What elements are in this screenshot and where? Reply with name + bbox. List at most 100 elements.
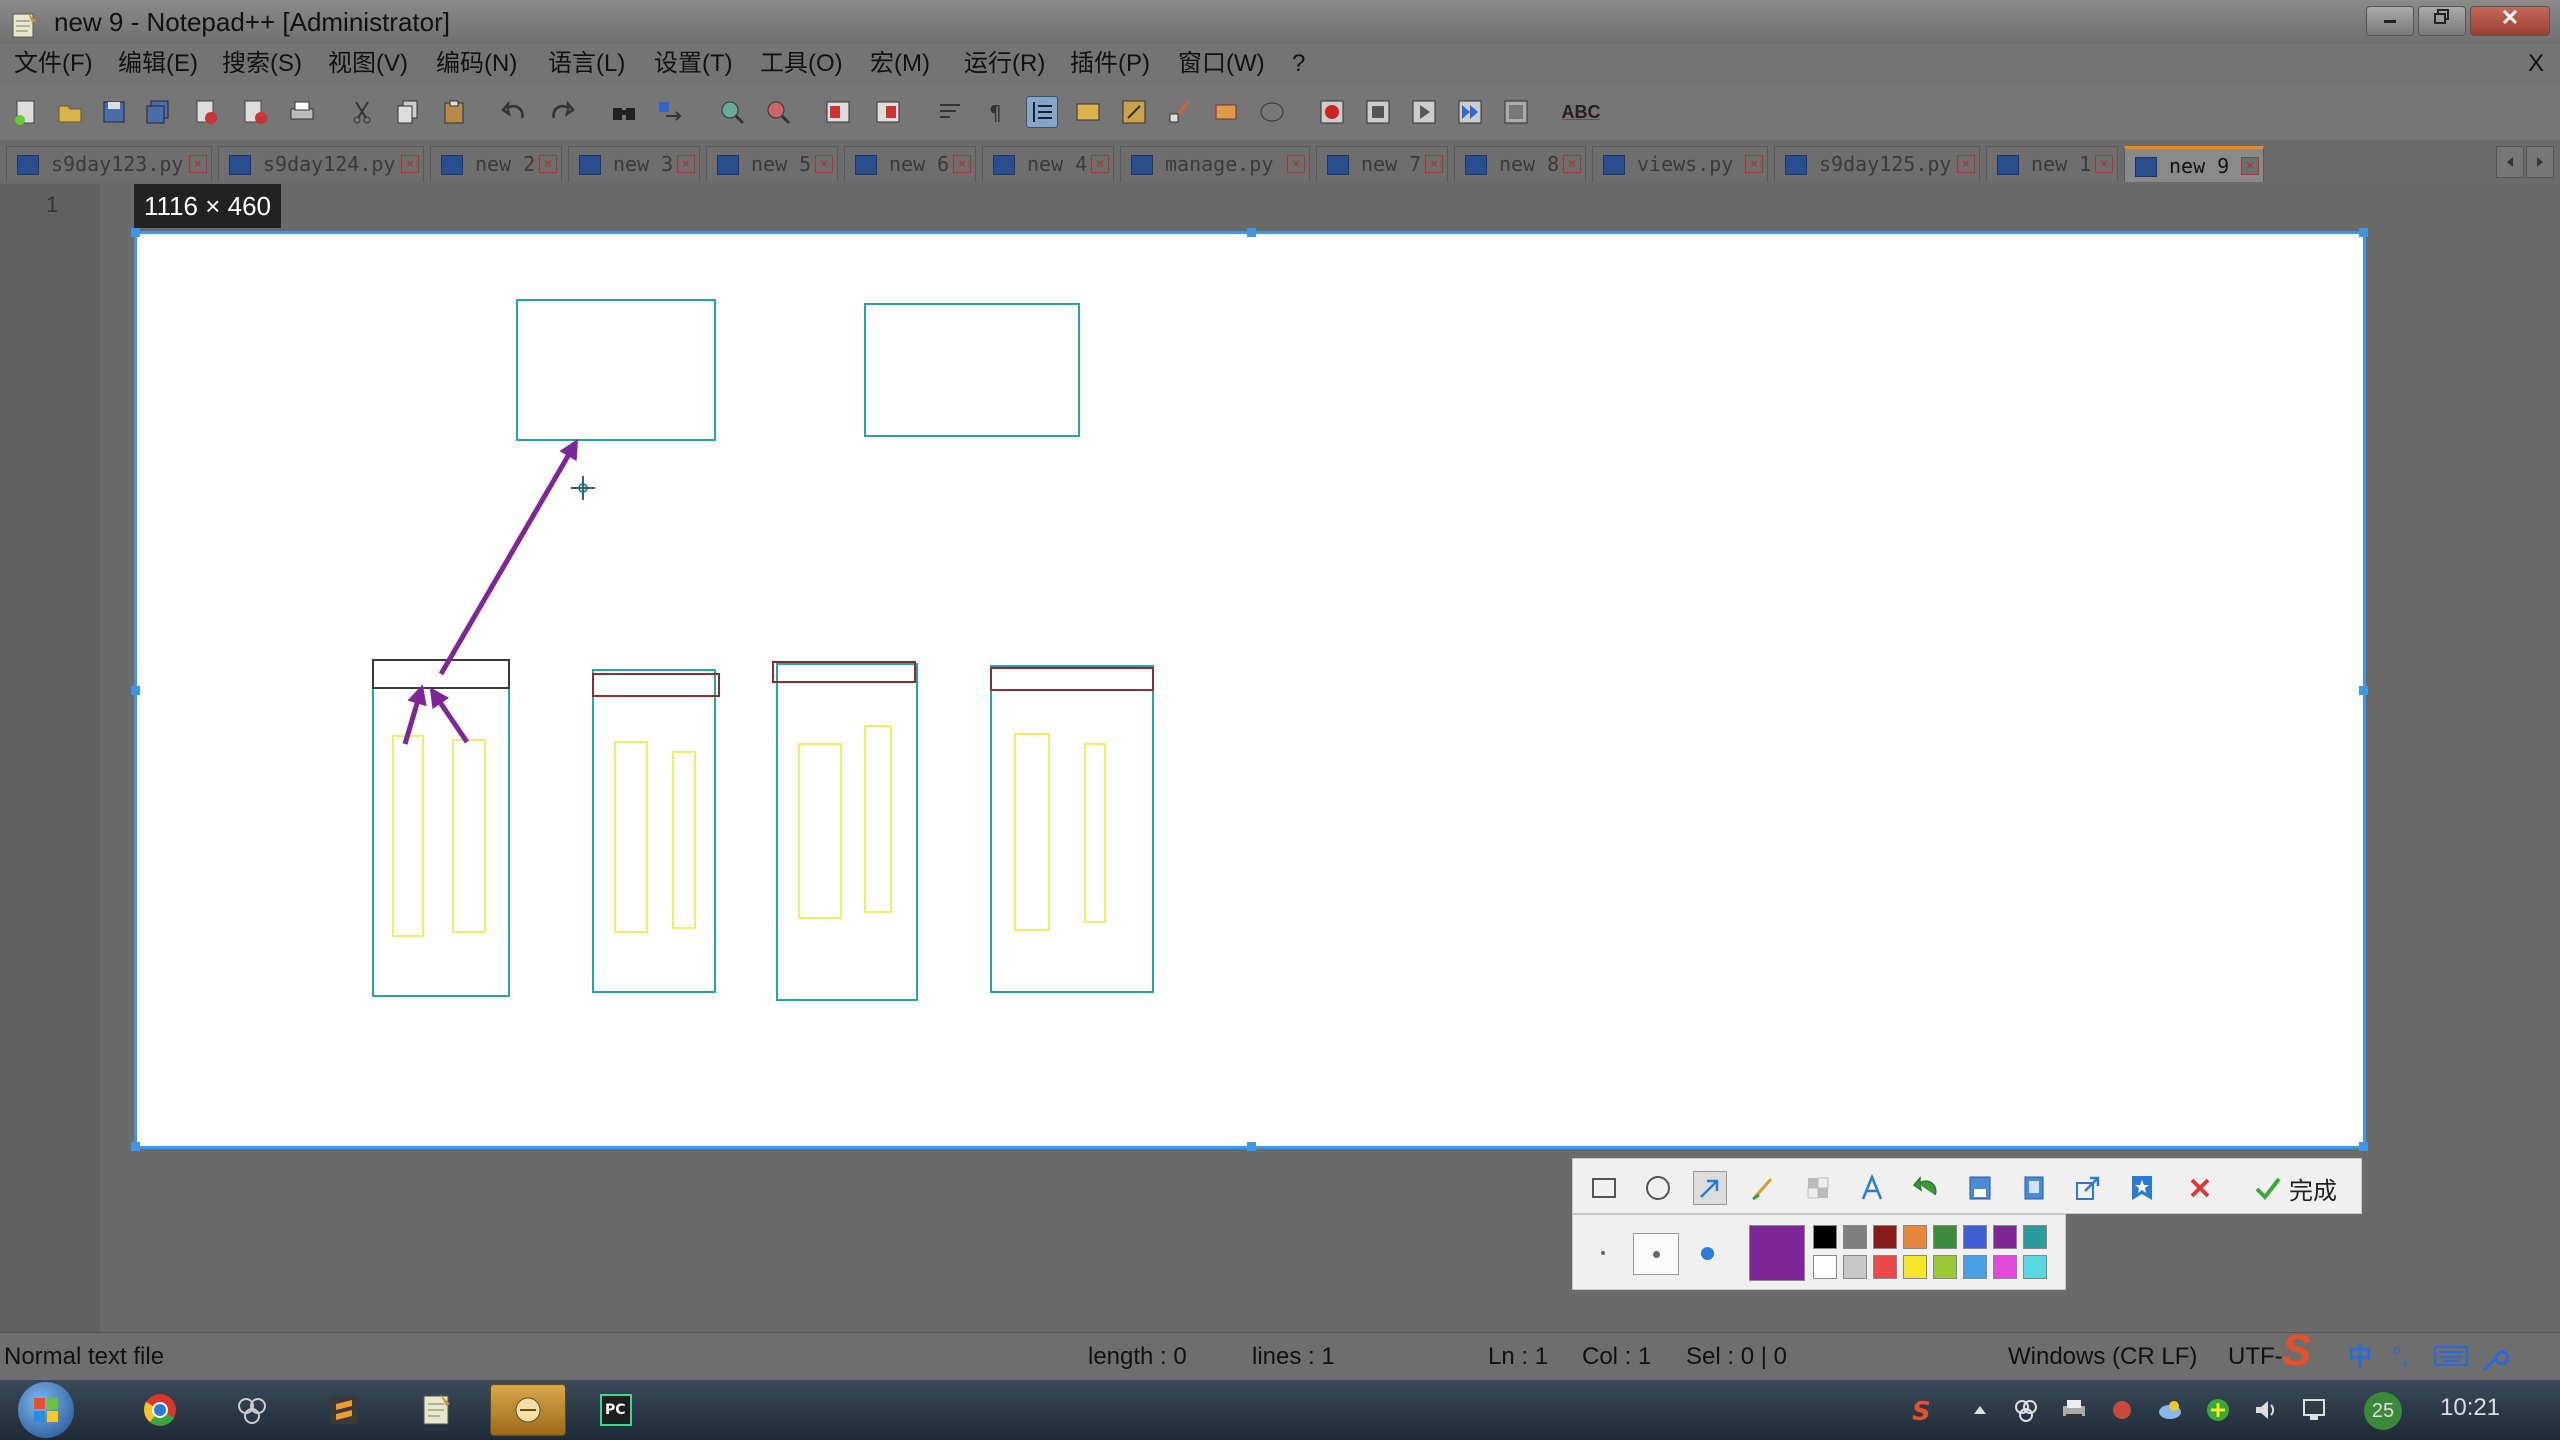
- menu-file[interactable]: 文件(F): [14, 44, 93, 84]
- pen-size-medium[interactable]: [1633, 1233, 1679, 1275]
- tab-new-5[interactable]: new 5 ×: [706, 146, 838, 182]
- ime-language-label[interactable]: 中: [2348, 1333, 2372, 1381]
- pin-icon[interactable]: [2017, 1171, 2051, 1205]
- close-icon[interactable]: [190, 96, 222, 128]
- word-wrap-icon[interactable]: [934, 96, 966, 128]
- annotation-canvas[interactable]: [137, 234, 2363, 1146]
- sogou-ime-logo-icon[interactable]: S: [2282, 1327, 2311, 1375]
- copy-icon[interactable]: [392, 96, 424, 128]
- tab-s9day125[interactable]: s9day125.py ×: [1774, 146, 1980, 182]
- ime-keyboard-icon[interactable]: [2434, 1343, 2468, 1369]
- arrow-icon[interactable]: [1693, 1171, 1727, 1205]
- tab-new-2[interactable]: new 2 ×: [430, 146, 562, 182]
- resize-handle-se[interactable]: [2359, 1142, 2368, 1151]
- color-swatch-orange[interactable]: [1903, 1225, 1927, 1249]
- color-swatch-yellow[interactable]: [1903, 1255, 1927, 1279]
- bug-icon[interactable]: [2106, 1394, 2138, 1426]
- pycharm-icon[interactable]: PC: [578, 1384, 654, 1436]
- chrome-icon[interactable]: [122, 1384, 198, 1436]
- play-macro-icon[interactable]: [1408, 96, 1440, 128]
- menu-help[interactable]: ?: [1292, 44, 1305, 84]
- menu-macro[interactable]: 宏(M): [870, 44, 930, 84]
- resize-handle-e[interactable]: [2359, 686, 2368, 695]
- tab-close-icon[interactable]: ×: [677, 155, 695, 173]
- pen-size-small[interactable]: [1583, 1233, 1623, 1273]
- save-icon[interactable]: [98, 96, 130, 128]
- cloud-icon[interactable]: [2154, 1394, 2186, 1426]
- tab-new-3[interactable]: new 3 ×: [568, 146, 700, 182]
- color-swatch-green[interactable]: [1933, 1225, 1957, 1249]
- tab-new-8[interactable]: new 8 ×: [1454, 146, 1586, 182]
- print-icon[interactable]: [286, 96, 318, 128]
- color-swatch-purple[interactable]: [1993, 1225, 2017, 1249]
- tab-close-icon[interactable]: ×: [1957, 155, 1975, 173]
- color-swatch-teal[interactable]: [2023, 1225, 2047, 1249]
- sync-h-icon[interactable]: [872, 96, 904, 128]
- notepad-icon[interactable]: [398, 1384, 474, 1436]
- folder-workspace-icon[interactable]: [1164, 96, 1196, 128]
- printer-icon[interactable]: [2058, 1394, 2090, 1426]
- color-swatch-red[interactable]: [1873, 1255, 1897, 1279]
- notification-badge[interactable]: 25: [2364, 1392, 2402, 1430]
- pen-size-large[interactable]: [1687, 1233, 1727, 1273]
- restore-button[interactable]: [2418, 6, 2466, 36]
- status-eol[interactable]: Windows (CR LF): [2008, 1333, 2197, 1381]
- cut-icon[interactable]: [346, 96, 378, 128]
- tab-close-icon[interactable]: ×: [539, 155, 557, 173]
- sogou-icon[interactable]: S: [1906, 1394, 1938, 1426]
- favorite-icon[interactable]: [2125, 1171, 2159, 1205]
- tab-close-icon[interactable]: ×: [1287, 155, 1305, 173]
- rectangle-icon[interactable]: [1587, 1171, 1621, 1205]
- ime-punct-label[interactable]: °,: [2392, 1333, 2408, 1381]
- sublime-icon[interactable]: [306, 1384, 382, 1436]
- tray-arrow-icon[interactable]: [1964, 1394, 1996, 1426]
- tab-manage[interactable]: manage.py ×: [1120, 146, 1310, 182]
- app-icon[interactable]: [214, 1384, 290, 1436]
- menu-language[interactable]: 语言(L): [548, 44, 625, 84]
- record-macro-icon[interactable]: [1316, 96, 1348, 128]
- close-all-icon[interactable]: [240, 96, 272, 128]
- save-icon[interactable]: [1963, 1171, 1997, 1205]
- resize-handle-s[interactable]: [1247, 1142, 1256, 1151]
- network-icon[interactable]: [2298, 1394, 2330, 1426]
- tab-close-icon[interactable]: ×: [1745, 155, 1763, 173]
- resize-handle-ne[interactable]: [2359, 228, 2368, 237]
- tab-close-icon[interactable]: ×: [1563, 155, 1581, 173]
- text-icon[interactable]: [1855, 1171, 1889, 1205]
- capture-region[interactable]: [131, 228, 2368, 1151]
- run-macro-multiple-icon[interactable]: [1454, 96, 1486, 128]
- ellipse-icon[interactable]: [1641, 1171, 1675, 1205]
- menu-window[interactable]: 窗口(W): [1178, 44, 1265, 84]
- current-color-swatch[interactable]: [1749, 1225, 1805, 1281]
- show-all-chars-icon[interactable]: ¶: [980, 96, 1012, 128]
- open-file-icon[interactable]: [54, 96, 86, 128]
- network-app-icon[interactable]: [2010, 1394, 2042, 1426]
- tab-close-icon[interactable]: ×: [401, 155, 419, 173]
- tab-close-icon[interactable]: ×: [2241, 157, 2259, 175]
- tab-close-icon[interactable]: ×: [189, 155, 207, 173]
- brush-icon[interactable]: [1747, 1171, 1781, 1205]
- color-swatch-light-gray[interactable]: [1843, 1255, 1867, 1279]
- done-button[interactable]: 完成: [2253, 1171, 2337, 1205]
- green-plus-icon[interactable]: [2202, 1394, 2234, 1426]
- color-swatch-dark-red[interactable]: [1873, 1225, 1897, 1249]
- undo-icon[interactable]: [498, 96, 530, 128]
- save-all-icon[interactable]: [142, 96, 174, 128]
- start-orb-icon[interactable]: [18, 1382, 74, 1438]
- sync-v-icon[interactable]: [822, 96, 854, 128]
- save-macro-icon[interactable]: [1500, 96, 1532, 128]
- tab-close-icon[interactable]: ×: [953, 155, 971, 173]
- tab-new-6[interactable]: new 6 ×: [844, 146, 976, 182]
- stop-record-icon[interactable]: [1362, 96, 1394, 128]
- screenshot-app-icon[interactable]: [490, 1384, 566, 1436]
- indent-guide-icon[interactable]: [1026, 96, 1058, 128]
- redo-icon[interactable]: [546, 96, 578, 128]
- minimize-button[interactable]: [2366, 6, 2414, 36]
- menu-search[interactable]: 搜索(S): [222, 44, 302, 84]
- system-clock[interactable]: 10:21: [2440, 1394, 2500, 1422]
- paste-icon[interactable]: [438, 96, 470, 128]
- monitor-icon[interactable]: [1256, 96, 1288, 128]
- tab-s9day123[interactable]: s9day123.py ×: [6, 146, 212, 182]
- close-window-button[interactable]: [2470, 6, 2550, 36]
- mosaic-icon[interactable]: [1801, 1171, 1835, 1205]
